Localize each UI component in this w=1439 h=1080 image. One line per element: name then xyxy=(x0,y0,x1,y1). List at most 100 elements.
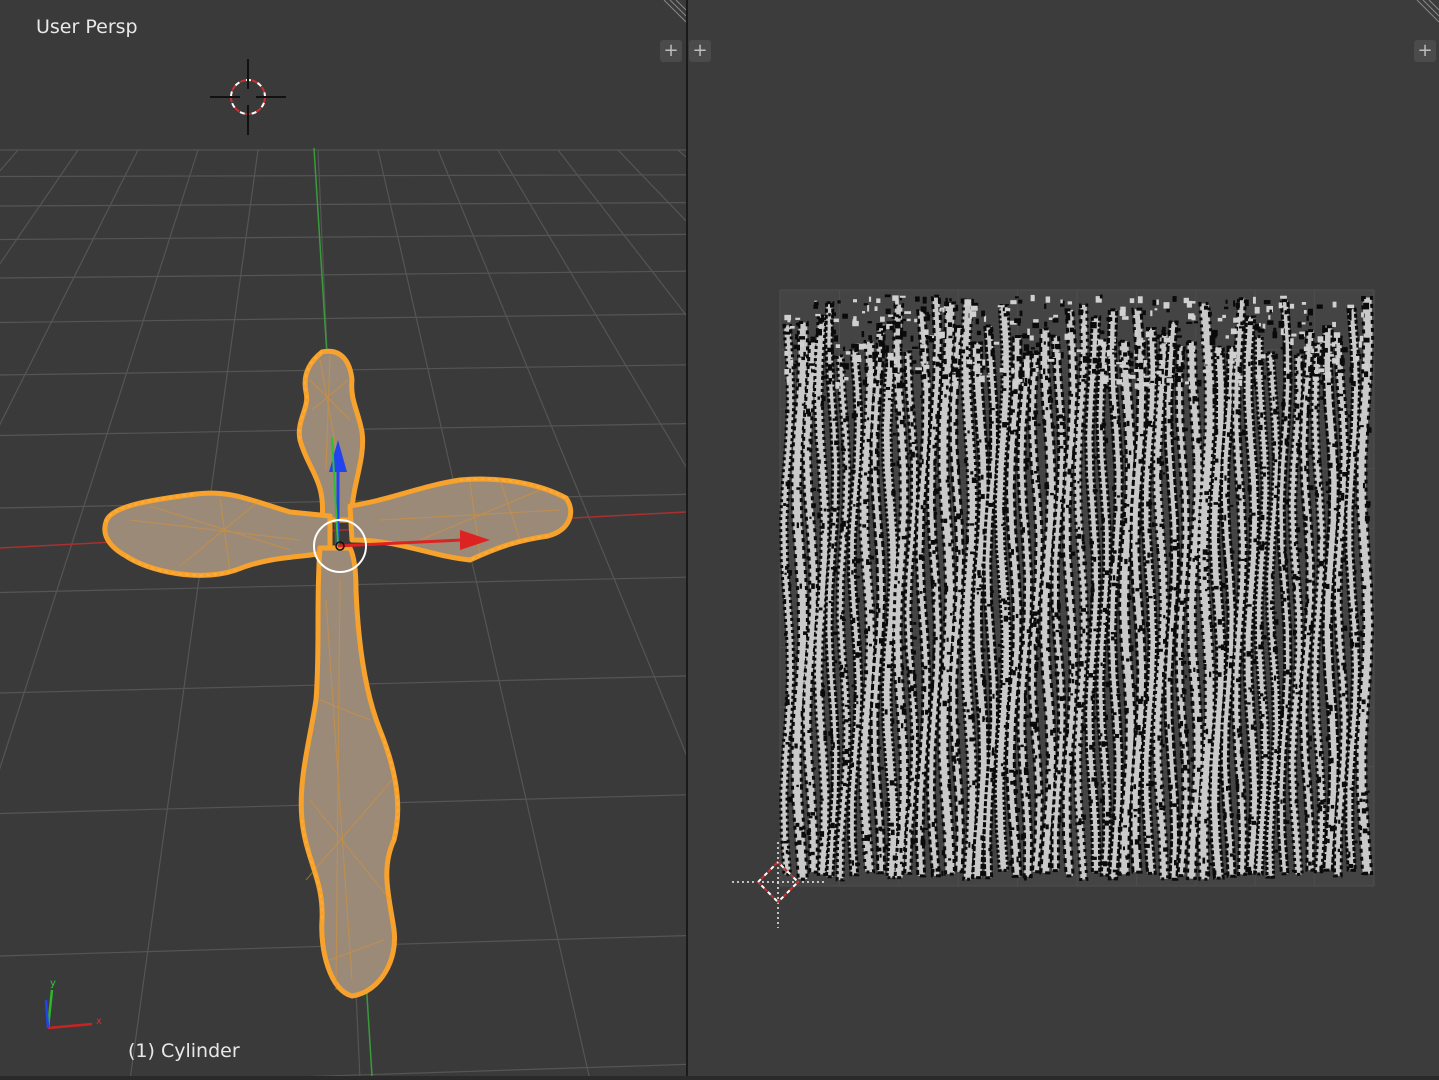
uv-vertex xyxy=(1014,296,1019,299)
viewport-canvas[interactable]: x y xyxy=(0,0,686,1080)
uv-vertex xyxy=(1184,675,1187,679)
uv-vertex xyxy=(1156,649,1160,656)
uv-vertex xyxy=(1128,374,1136,379)
uv-vertex xyxy=(873,466,879,471)
uv-vertex xyxy=(1035,342,1042,347)
uv-vertex xyxy=(1192,396,1198,402)
uv-vertex xyxy=(1214,428,1219,435)
uv-vertex xyxy=(932,592,936,596)
uv-vertex xyxy=(1099,294,1103,299)
uv-vertex xyxy=(1171,628,1176,632)
uv-vertex xyxy=(1004,606,1007,611)
uv-vertex xyxy=(1066,729,1070,734)
uv-vertex xyxy=(1160,461,1165,466)
uv-vertex xyxy=(1162,806,1166,811)
uv-vertex xyxy=(1217,805,1221,811)
uv-vertex xyxy=(1011,367,1014,374)
uv-vertex xyxy=(1316,304,1323,309)
uv-vertex xyxy=(1203,567,1208,572)
uv-vertex xyxy=(1001,524,1004,527)
uv-vertex xyxy=(1005,678,1010,683)
uv-vertex xyxy=(1282,597,1287,602)
uv-vertex xyxy=(1172,342,1176,347)
uv-vertex xyxy=(988,848,992,852)
uv-vertex xyxy=(1224,643,1228,649)
uv-vertex xyxy=(796,522,799,529)
uv-vertex xyxy=(844,748,849,754)
uv-vertex xyxy=(806,556,810,560)
uv-vertex xyxy=(817,512,821,519)
uv-vertex xyxy=(1327,462,1333,468)
uv-vertex xyxy=(805,626,809,630)
uv-vertex xyxy=(1272,801,1276,804)
uv-vertex xyxy=(1059,632,1062,638)
uv-vertex xyxy=(864,366,869,371)
uv-vertex xyxy=(1320,799,1325,805)
uv-vertex xyxy=(989,458,993,461)
uv-vertex xyxy=(790,359,794,364)
uv-vertex xyxy=(971,477,977,484)
uv-vertex xyxy=(861,331,865,338)
uv-vertex xyxy=(1329,623,1332,629)
uv-vertex xyxy=(1156,299,1159,305)
uv-vertex xyxy=(1133,808,1138,812)
uv-vertex xyxy=(1182,654,1185,658)
uv-vertex xyxy=(1071,663,1075,669)
area-split-corner-icon[interactable] xyxy=(663,0,686,23)
uv-vertex xyxy=(958,800,963,805)
uv-vertex xyxy=(969,785,972,788)
uv-vertex xyxy=(785,409,790,414)
uv-vertex xyxy=(884,801,890,807)
uv-vertex xyxy=(1101,517,1105,522)
uv-vertex xyxy=(1330,757,1334,764)
uv-vertex xyxy=(855,558,861,564)
uv-vertex xyxy=(892,855,895,861)
expand-properties-button[interactable]: + xyxy=(660,40,682,62)
uv-vertex xyxy=(1364,371,1369,378)
uv-vertex xyxy=(889,780,895,786)
uv-vertex xyxy=(1308,308,1313,316)
uv-vertex xyxy=(1180,694,1183,698)
uv-vertex xyxy=(992,693,995,699)
3d-viewport[interactable]: x y User Persp (1) Cylinder + xyxy=(0,0,686,1080)
uv-vertex xyxy=(801,831,805,838)
uv-vertex xyxy=(874,448,879,454)
uv-vertex xyxy=(1361,585,1367,590)
uv-vertex xyxy=(904,311,912,314)
uv-vertex xyxy=(942,616,946,621)
uv-vertex xyxy=(901,665,905,671)
uv-vertex xyxy=(1077,533,1082,539)
expand-toolbar-button[interactable]: + xyxy=(689,40,711,62)
uv-vertex xyxy=(874,306,878,311)
3d-cursor-icon[interactable] xyxy=(210,59,286,135)
uv-vertex xyxy=(1122,316,1129,320)
expand-properties-button[interactable]: + xyxy=(1414,40,1436,62)
uv-vertex xyxy=(1047,397,1051,403)
uv-vertex xyxy=(1194,823,1199,828)
uv-vertex xyxy=(1128,450,1132,455)
uv-vertex xyxy=(1122,846,1126,851)
uv-vertex xyxy=(1336,463,1342,469)
uv-vertex xyxy=(896,460,900,467)
uv-vertex xyxy=(783,599,787,604)
view-mode-label: User Persp xyxy=(36,16,138,38)
uv-vertex xyxy=(1143,341,1146,349)
uv-vertex xyxy=(1191,349,1196,352)
uv-vertex xyxy=(1103,861,1108,867)
area-split-corner-icon[interactable] xyxy=(1416,0,1439,23)
uv-vertex xyxy=(953,422,959,426)
uv-vertex xyxy=(922,296,927,304)
uv-vertex xyxy=(1077,526,1080,530)
uv-canvas[interactable] xyxy=(688,0,1439,1080)
uv-vertex xyxy=(1306,409,1311,415)
uv-vertex xyxy=(1364,515,1370,522)
uv-vertex xyxy=(1090,376,1096,379)
uv-image-editor[interactable]: + + xyxy=(688,0,1439,1080)
uv-vertex xyxy=(944,832,947,835)
uv-vertex xyxy=(1208,616,1212,620)
uv-vertex xyxy=(935,361,940,367)
uv-vertex xyxy=(1009,410,1013,416)
uv-vertex xyxy=(784,368,790,375)
uv-vertex xyxy=(1035,707,1040,711)
uv-vertex xyxy=(1292,574,1297,580)
